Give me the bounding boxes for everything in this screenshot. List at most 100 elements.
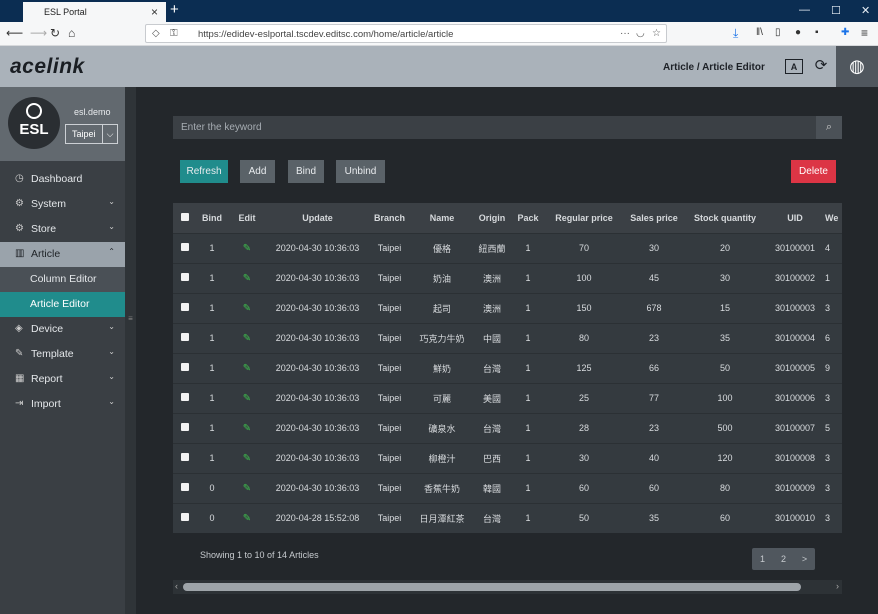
table-row[interactable]: 1 ✎ 2020-04-30 10:36:03 Taipei 柳橙汁 巴西 1 30 40 120…	[173, 442, 842, 473]
sidebar-item-dashboard[interactable]: ◷ Dashboard	[0, 167, 125, 192]
select-all-checkbox[interactable]	[173, 203, 197, 233]
edit-cell[interactable]: ✎	[227, 322, 267, 353]
maximize-icon[interactable]: ☐	[831, 4, 841, 17]
column-header[interactable]: Sales price	[623, 203, 685, 233]
sidebar-splitter[interactable]: ≡	[125, 87, 136, 614]
column-header[interactable]: Name	[411, 203, 473, 233]
tab-close-icon[interactable]: ×	[151, 5, 158, 19]
sidebar-toggle-icon[interactable]: ▯	[775, 26, 781, 40]
table-row[interactable]: 1 ✎ 2020-04-30 10:36:03 Taipei 鮮奶 台灣 1 125 66 50 3…	[173, 352, 842, 383]
window-close-icon[interactable]: ✕	[861, 4, 870, 17]
scrollbar-thumb[interactable]	[183, 583, 801, 591]
table-row[interactable]: 1 ✎ 2020-04-30 10:36:03 Taipei 可麗 美國 1 25 77 100 3…	[173, 382, 842, 413]
reload-icon[interactable]: ↻	[50, 26, 60, 40]
edit-pencil-icon[interactable]: ✎	[243, 333, 251, 344]
drag-handle-icon[interactable]: ≡	[125, 315, 136, 323]
row-checkbox[interactable]	[173, 412, 197, 443]
sidebar-item-store[interactable]: ⚙ Store ⌄	[0, 217, 125, 242]
row-checkbox[interactable]	[173, 442, 197, 473]
page-button-2[interactable]: 2	[773, 548, 794, 570]
scroll-right-icon[interactable]: ›	[836, 581, 839, 591]
branch-select[interactable]: Taipei ⌵	[65, 124, 118, 144]
column-header[interactable]: UID	[765, 203, 825, 233]
minimize-icon[interactable]: —	[799, 4, 810, 16]
edit-pencil-icon[interactable]: ✎	[243, 393, 251, 404]
table-row[interactable]: 1 ✎ 2020-04-30 10:36:03 Taipei 奶油 澳洲 1 100 45 30 3…	[173, 262, 842, 293]
forward-icon[interactable]: ⟶	[30, 26, 47, 40]
sidebar-item-article[interactable]: ▥ Article ⌃	[0, 242, 125, 267]
column-header[interactable]: Edit	[227, 203, 267, 233]
extension-icon[interactable]: ✚	[841, 26, 849, 40]
edit-pencil-icon[interactable]: ✎	[243, 513, 251, 524]
sidebar-item-system[interactable]: ⚙ System ⌄	[0, 192, 125, 217]
column-header[interactable]: Bind	[197, 203, 227, 233]
edit-pencil-icon[interactable]: ✎	[243, 363, 251, 374]
column-header[interactable]: We	[825, 203, 842, 233]
chevron-down-icon[interactable]: ⌵	[102, 125, 117, 143]
table-row[interactable]: 0 ✎ 2020-04-30 10:36:03 Taipei 香蕉牛奶 韓國 1 60 60 80…	[173, 472, 842, 503]
sidebar-item-report[interactable]: ▦ Report ⌄	[0, 367, 125, 392]
edit-pencil-icon[interactable]: ✎	[243, 423, 251, 434]
row-checkbox[interactable]	[173, 352, 197, 383]
sidebar-subitem-article-editor[interactable]: Article Editor	[0, 292, 125, 317]
menu-icon[interactable]: ≡	[861, 26, 868, 40]
row-checkbox[interactable]	[173, 262, 197, 293]
edit-pencil-icon[interactable]: ✎	[243, 243, 251, 254]
edit-pencil-icon[interactable]: ✎	[243, 453, 251, 464]
lock-icon[interactable]: ⚿	[170, 28, 178, 39]
bookmark-star-icon[interactable]: ☆	[652, 28, 661, 39]
url-text[interactable]: https://edidev-eslportal.tscdev.editsc.c…	[198, 29, 453, 40]
next-page-button[interactable]: >	[794, 548, 815, 570]
edit-cell[interactable]: ✎	[227, 502, 267, 533]
edit-pencil-icon[interactable]: ✎	[243, 273, 251, 284]
new-tab-button[interactable]: +	[170, 1, 179, 18]
refresh-button[interactable]: Refresh	[180, 160, 228, 183]
row-checkbox[interactable]	[173, 472, 197, 503]
account-icon[interactable]: ●	[795, 26, 801, 40]
sidebar-item-import[interactable]: ⇥ Import ⌄	[0, 392, 125, 417]
edit-pencil-icon[interactable]: ✎	[243, 303, 251, 314]
table-row[interactable]: 1 ✎ 2020-04-30 10:36:03 Taipei 礦泉水 台灣 1 28 23 500…	[173, 412, 842, 443]
globe-icon[interactable]: ◍	[836, 46, 878, 87]
address-bar[interactable]: ◇ ⚿ https://edidev-eslportal.tscdev.edit…	[145, 24, 667, 43]
search-input[interactable]: Enter the keyword	[181, 122, 262, 133]
edit-cell[interactable]: ✎	[227, 262, 267, 293]
edit-cell[interactable]: ✎	[227, 292, 267, 323]
column-header[interactable]: Update	[267, 203, 368, 233]
bind-button[interactable]: Bind	[288, 160, 324, 183]
row-checkbox[interactable]	[173, 232, 197, 263]
translate-icon[interactable]: A	[785, 59, 803, 74]
page-button-1[interactable]: 1	[752, 548, 773, 570]
back-icon[interactable]: ⟵	[6, 26, 23, 40]
column-header[interactable]: Branch	[368, 203, 411, 233]
search-icon[interactable]: ⌕	[816, 116, 842, 139]
shield-icon[interactable]: ◇	[152, 28, 160, 39]
home-icon[interactable]: ⌂	[68, 26, 75, 40]
download-icon[interactable]: ⤓	[733, 26, 738, 40]
sidebar-item-template[interactable]: ✎ Template ⌄	[0, 342, 125, 367]
edit-cell[interactable]: ✎	[227, 412, 267, 443]
edit-cell[interactable]: ✎	[227, 352, 267, 383]
column-header[interactable]: Pack	[511, 203, 545, 233]
library-icon[interactable]: ‖\	[756, 26, 763, 40]
table-row[interactable]: 1 ✎ 2020-04-30 10:36:03 Taipei 優格 紐西蘭 1 70 30 20 3…	[173, 232, 842, 263]
row-checkbox[interactable]	[173, 382, 197, 413]
sidebar-subitem-column-editor[interactable]: Column Editor	[0, 267, 125, 292]
table-row[interactable]: 1 ✎ 2020-04-30 10:36:03 Taipei 起司 澳洲 1 150 678 15…	[173, 292, 842, 323]
column-header[interactable]: Origin	[473, 203, 511, 233]
add-button[interactable]: Add	[240, 160, 275, 183]
edit-cell[interactable]: ✎	[227, 232, 267, 263]
sidebar-item-device[interactable]: ◈ Device ⌄	[0, 317, 125, 342]
delete-button[interactable]: Delete	[791, 160, 836, 183]
row-checkbox[interactable]	[173, 292, 197, 323]
table-row[interactable]: 1 ✎ 2020-04-30 10:36:03 Taipei 巧克力牛奶 中國 1 80 23 3…	[173, 322, 842, 353]
more-icon[interactable]: ···	[620, 28, 630, 39]
row-checkbox[interactable]	[173, 502, 197, 533]
horizontal-scrollbar[interactable]: ‹ ›	[173, 580, 842, 594]
edit-pencil-icon[interactable]: ✎	[243, 483, 251, 494]
scroll-left-icon[interactable]: ‹	[175, 581, 178, 591]
unbind-button[interactable]: Unbind	[336, 160, 385, 183]
extensions-icon[interactable]: ▪	[815, 26, 819, 40]
logout-icon[interactable]: ⟳	[812, 57, 830, 74]
column-header[interactable]: Regular price	[545, 203, 623, 233]
